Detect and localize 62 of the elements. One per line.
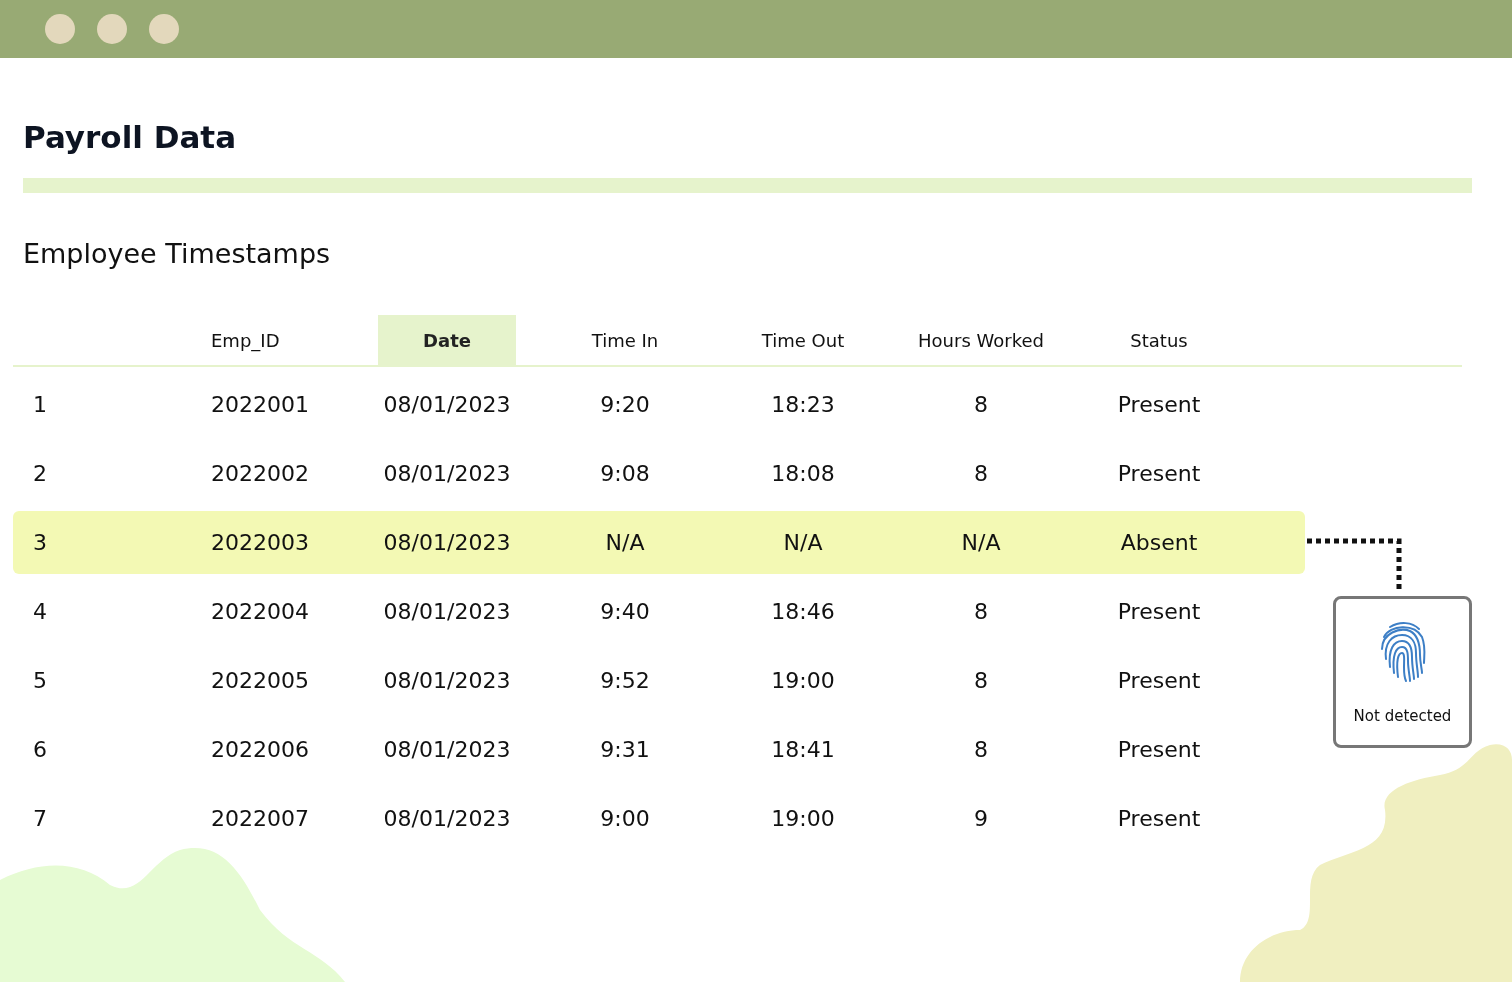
column-header[interactable]: Hours Worked — [872, 315, 1090, 365]
table-cell-text: N/A — [782, 529, 824, 557]
column-header[interactable]: Status — [1090, 315, 1228, 365]
table-cell-text: 2022006 — [210, 736, 310, 764]
table-cell-text: 2022004 — [210, 598, 310, 626]
table-cell-text: N/A — [960, 529, 1002, 557]
table-cell-text: 8 — [973, 736, 989, 764]
table-cell-text: 9:20 — [599, 391, 651, 419]
column-header[interactable]: Time Out — [734, 315, 872, 365]
table-cell-text: 8 — [973, 460, 989, 488]
table-cell-text: Present — [1116, 460, 1202, 488]
window-dot[interactable] — [45, 14, 75, 44]
row-number: 6 — [32, 736, 48, 764]
column-header[interactable]: Emp_ID — [198, 315, 378, 365]
table-cell-text: 18:08 — [770, 460, 836, 488]
table-cell-text: 9:52 — [599, 667, 651, 695]
table-cell-text: 9:31 — [599, 736, 651, 764]
row-number: 2 — [32, 460, 48, 488]
table-cell-text: 2022005 — [210, 667, 310, 695]
section-title: Employee Timestamps — [23, 237, 332, 271]
highlighted-row[interactable]: 3 2022003 08/01/2023 N/A N/A N/A Absent — [13, 511, 1305, 574]
table-cell-text: 08/01/2023 — [382, 598, 512, 626]
table-cell-text: 9:08 — [599, 460, 651, 488]
table-cell-text: 2022002 — [210, 460, 310, 488]
table-cell-text: 08/01/2023 — [382, 529, 512, 557]
table-cell-text: 9:40 — [599, 598, 651, 626]
table-cell-text: Present — [1116, 391, 1202, 419]
table-cell-text: Present — [1116, 736, 1202, 764]
window-dot[interactable] — [149, 14, 179, 44]
table-cell-text: N/A — [604, 529, 646, 557]
table-cell-text: Present — [1116, 805, 1202, 833]
table-cell-text: 18:41 — [770, 736, 836, 764]
table-cell-text: 08/01/2023 — [382, 391, 512, 419]
table-cell-text: 08/01/2023 — [382, 736, 512, 764]
row-number: 4 — [32, 598, 48, 626]
table-cell-text: 2022003 — [210, 529, 310, 557]
table-cell-text: 8 — [973, 391, 989, 419]
table-cell-text: 08/01/2023 — [382, 805, 512, 833]
table-cell-text: 8 — [973, 598, 989, 626]
table-cell-text: 18:23 — [770, 391, 836, 419]
scanner-status-text: Not detected — [1353, 707, 1452, 725]
table-cell-text: 18:46 — [770, 598, 836, 626]
table-cell-text: Present — [1116, 598, 1202, 626]
row-number: 5 — [32, 667, 48, 695]
column-header[interactable]: Date — [378, 315, 516, 365]
table-cell-text: 08/01/2023 — [382, 460, 512, 488]
table-cell-text: 2022001 — [210, 391, 310, 419]
table-cell-text: 19:00 — [770, 805, 836, 833]
column-header[interactable]: Time In — [516, 315, 734, 365]
window-dot[interactable] — [97, 14, 127, 44]
table-cell-text: Absent — [1119, 529, 1199, 557]
row-number: 1 — [32, 391, 48, 419]
row-number: 7 — [32, 805, 48, 833]
table-cell-text: 2022007 — [210, 805, 310, 833]
table-cell-text: 9:00 — [599, 805, 651, 833]
page-title: Payroll Data — [23, 118, 238, 156]
table-cell-text: 9 — [973, 805, 989, 833]
table-cell-text: 19:00 — [770, 667, 836, 695]
table-cell-text: 08/01/2023 — [382, 667, 512, 695]
row-number: 3 — [32, 529, 48, 557]
table-cell-text: 8 — [973, 667, 989, 695]
table-cell-text: Present — [1116, 667, 1202, 695]
